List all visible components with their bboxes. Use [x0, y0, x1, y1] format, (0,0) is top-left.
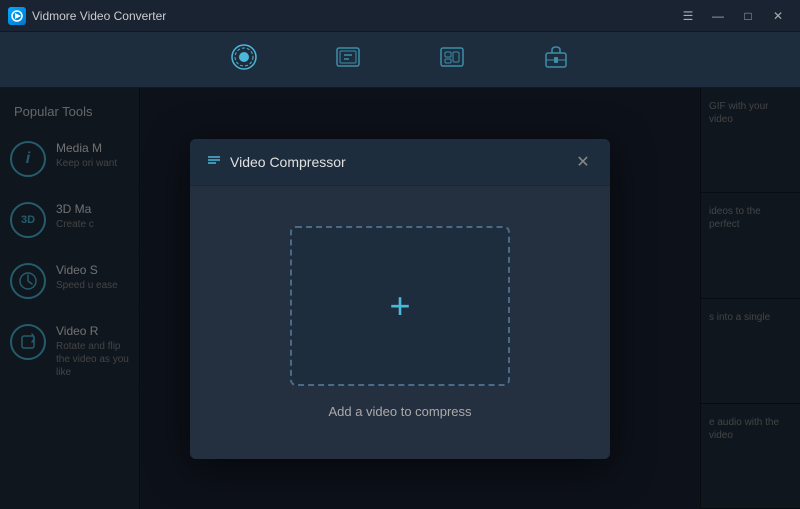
drop-zone-label: Add a video to compress — [328, 404, 471, 419]
modal-title: Video Compressor — [230, 154, 346, 170]
toolbox-icon — [542, 43, 570, 77]
app-title: Vidmore Video Converter — [32, 9, 166, 23]
title-bar: Vidmore Video Converter ☰ — □ ✕ — [0, 0, 800, 32]
nav-enhance[interactable] — [326, 39, 370, 81]
nav-crop[interactable] — [430, 39, 474, 81]
modal-overlay: Video Compressor ✕ + Add a video to comp… — [0, 88, 800, 509]
enhance-icon — [334, 43, 362, 77]
maximize-button[interactable]: □ — [734, 6, 762, 26]
video-compressor-modal: Video Compressor ✕ + Add a video to comp… — [190, 139, 610, 459]
nav-toolbox[interactable] — [534, 39, 578, 81]
convert-icon — [230, 43, 258, 77]
minimize-button[interactable]: — — [704, 6, 732, 26]
window-controls: ☰ — □ ✕ — [674, 6, 792, 26]
nav-convert[interactable] — [222, 39, 266, 81]
drop-plus-icon: + — [389, 288, 410, 324]
nav-bar — [0, 32, 800, 88]
crop-icon — [438, 43, 466, 77]
drop-zone[interactable]: + — [290, 226, 510, 386]
modal-header: Video Compressor ✕ — [190, 139, 610, 186]
menu-button[interactable]: ☰ — [674, 6, 702, 26]
modal-title-icon — [206, 152, 222, 171]
close-button[interactable]: ✕ — [764, 6, 792, 26]
title-bar-left: Vidmore Video Converter — [8, 7, 166, 25]
modal-close-button[interactable]: ✕ — [572, 151, 594, 173]
app-icon — [8, 7, 26, 25]
main-content: Popular Tools i Media M Keep ori want 3D… — [0, 88, 800, 509]
modal-body: + Add a video to compress — [190, 186, 610, 459]
